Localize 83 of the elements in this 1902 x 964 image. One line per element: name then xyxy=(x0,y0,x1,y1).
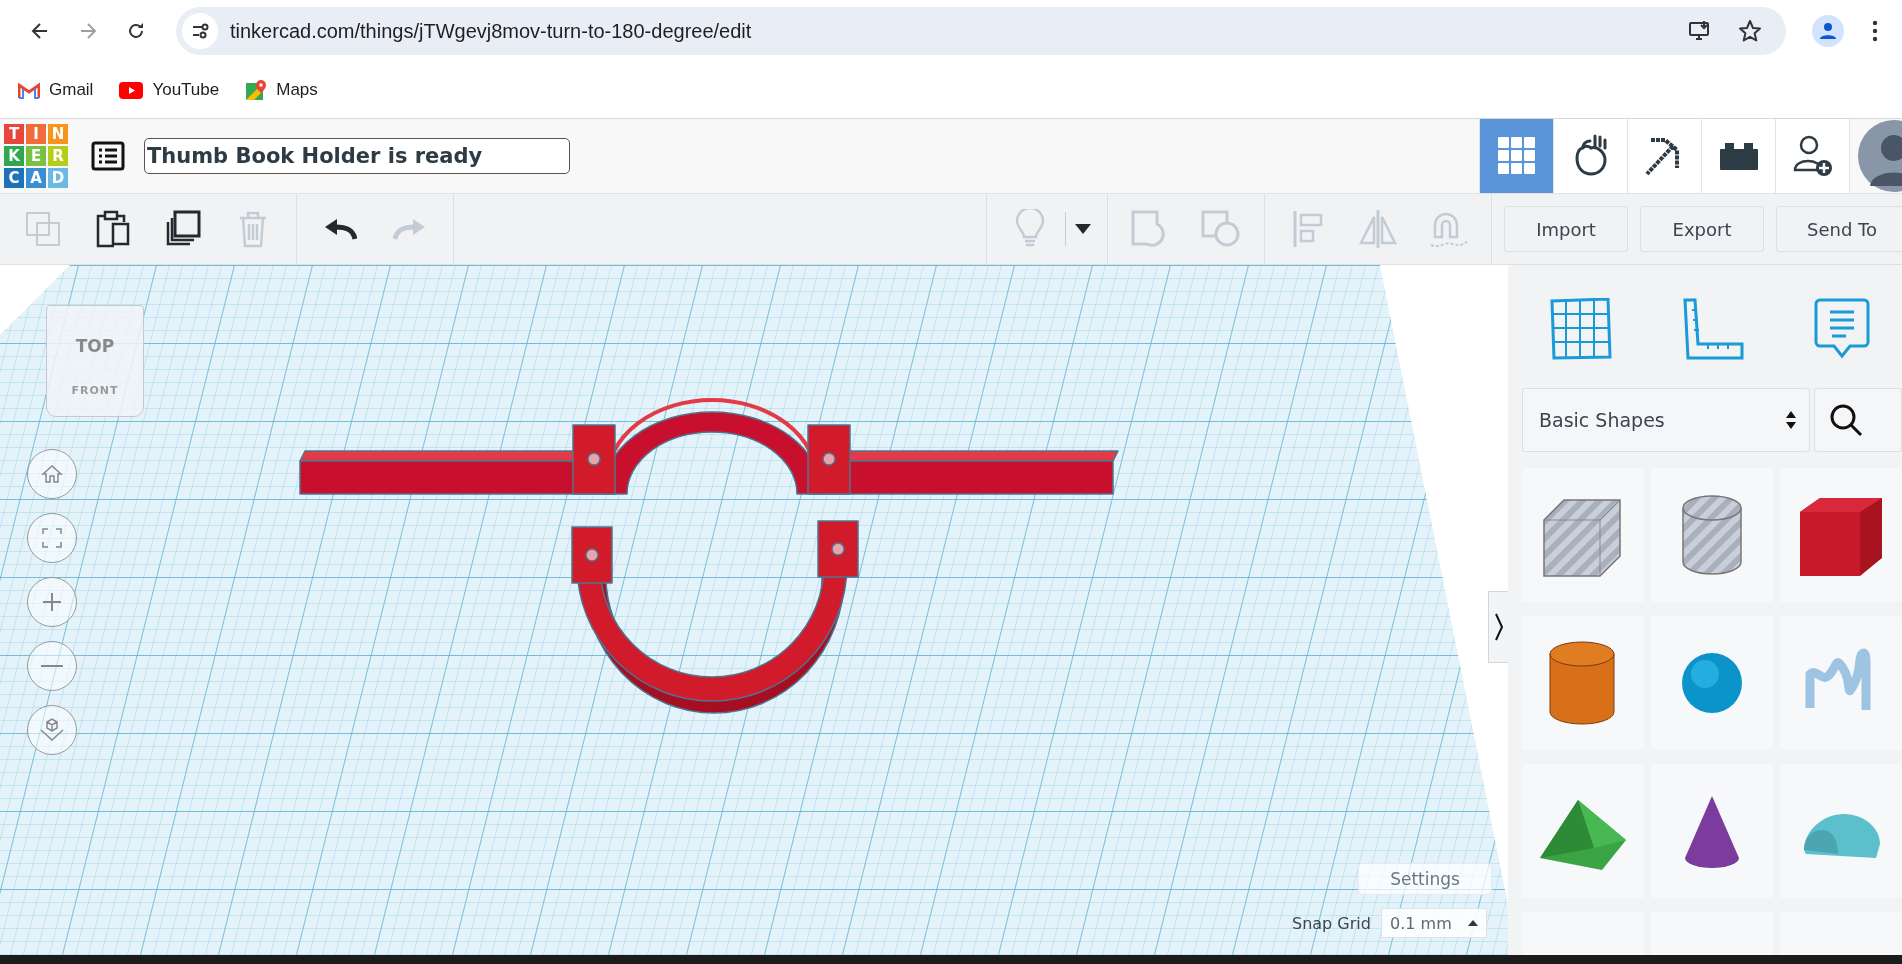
url-text: tinkercad.com/things/jTWgevj8mov-turn-to-180-degree/edit xyxy=(230,19,752,43)
trash-icon xyxy=(238,210,268,248)
toolbar-button[interactable]: Export xyxy=(1640,206,1764,252)
back-arrow-icon xyxy=(30,21,50,41)
home-icon xyxy=(41,464,63,484)
shape-card[interactable] xyxy=(1651,468,1773,602)
up-down-caret-icon xyxy=(1785,410,1798,430)
duplicate-icon xyxy=(164,210,202,248)
logo-letter: T xyxy=(4,124,24,144)
cube-top-label: TOP xyxy=(75,336,115,356)
shape-card[interactable] xyxy=(1522,764,1644,898)
snap-grid-dropdown[interactable]: 0.1 mm xyxy=(1380,908,1487,938)
header-tab[interactable] xyxy=(1553,119,1627,193)
lightbulb-icon xyxy=(1015,209,1045,249)
header-tab[interactable] xyxy=(1775,119,1849,193)
undo-icon xyxy=(323,217,357,241)
toolbar-button[interactable]: Send To xyxy=(1776,206,1902,252)
avatar-silhouette[interactable] xyxy=(1849,119,1902,193)
search-icon xyxy=(1829,403,1864,437)
grid-icon xyxy=(1496,136,1537,176)
chevron-right-icon xyxy=(1493,612,1504,642)
logo-letter: K xyxy=(4,146,24,166)
site-info-icon[interactable] xyxy=(182,13,218,49)
shape-card[interactable] xyxy=(1780,468,1902,602)
fit-view-button[interactable] xyxy=(27,513,77,563)
zoom-in-button[interactable] xyxy=(27,577,77,627)
notes-icon[interactable] xyxy=(1814,298,1870,360)
collapse-panel-button[interactable] xyxy=(1488,591,1508,663)
add-user-icon xyxy=(1792,134,1833,178)
design-title-field[interactable]: Thumb Book Holder is ready xyxy=(144,138,570,174)
copy-icon xyxy=(25,211,61,247)
cube-icon xyxy=(39,718,65,742)
frame-corners-icon xyxy=(42,528,62,548)
header-tab[interactable] xyxy=(1627,119,1701,193)
menu-icon[interactable] xyxy=(1872,20,1878,42)
bookmark-link[interactable]: Maps xyxy=(245,79,318,101)
shape-card[interactable] xyxy=(1651,616,1773,750)
ruler-icon[interactable] xyxy=(1682,298,1744,360)
bookmark-link[interactable]: YouTube xyxy=(119,80,220,100)
plus-icon xyxy=(42,592,62,612)
logo-letter: A xyxy=(26,168,46,188)
clipboard-icon xyxy=(96,210,130,248)
workplane-grid-icon[interactable] xyxy=(1550,298,1612,360)
home-view-button[interactable] xyxy=(27,449,77,499)
logo-letter: D xyxy=(48,168,68,188)
lower-bracket-part[interactable] xyxy=(571,520,859,714)
install-app-icon[interactable] xyxy=(1688,19,1712,43)
shape-card[interactable] xyxy=(1522,616,1644,750)
zoom-out-button[interactable] xyxy=(27,641,77,691)
shape-card[interactable] xyxy=(1651,764,1773,898)
logo-letter: C xyxy=(4,168,24,188)
map-pin-icon xyxy=(245,79,268,101)
redo-icon xyxy=(393,217,427,241)
forward-arrow-icon xyxy=(78,21,98,41)
bookmark-link[interactable]: Gmail xyxy=(18,80,94,100)
logo-letter: E xyxy=(26,146,46,166)
play-icon xyxy=(119,81,144,99)
search-button[interactable] xyxy=(1814,388,1902,452)
snap-grid-label: Snap Grid xyxy=(1292,913,1371,933)
mail-icon xyxy=(18,81,40,99)
star-icon[interactable] xyxy=(1738,19,1762,43)
brick-icon xyxy=(1718,141,1759,171)
caret-icon xyxy=(1467,920,1478,926)
upper-bracket-part[interactable] xyxy=(299,398,1119,495)
logo-letter: R xyxy=(48,146,68,166)
address-bar[interactable]: tinkercad.com/things/jTWgevj8mov-turn-to-180-degree/edit xyxy=(176,7,1786,55)
shape-category-dropdown[interactable]: Basic Shapes xyxy=(1522,388,1811,452)
logo-letter: N xyxy=(48,124,68,144)
cube-front-label: FRONT xyxy=(71,384,119,397)
perspective-button[interactable] xyxy=(27,705,77,755)
toolbar-button[interactable]: Import xyxy=(1504,206,1628,252)
list-icon xyxy=(91,141,125,171)
mirror-icon xyxy=(1358,209,1398,249)
logo-letter: I xyxy=(26,124,46,144)
caret-icon xyxy=(1074,224,1091,234)
minus-icon xyxy=(41,664,63,668)
profile-icon[interactable] xyxy=(1812,15,1844,47)
settings-button[interactable]: Settings xyxy=(1358,863,1492,895)
align-icon xyxy=(1292,209,1324,249)
workplane-grid[interactable] xyxy=(0,265,1508,955)
reload-icon xyxy=(126,21,146,41)
ungroup-icon xyxy=(1201,210,1241,248)
header-tab[interactable] xyxy=(1701,119,1775,193)
